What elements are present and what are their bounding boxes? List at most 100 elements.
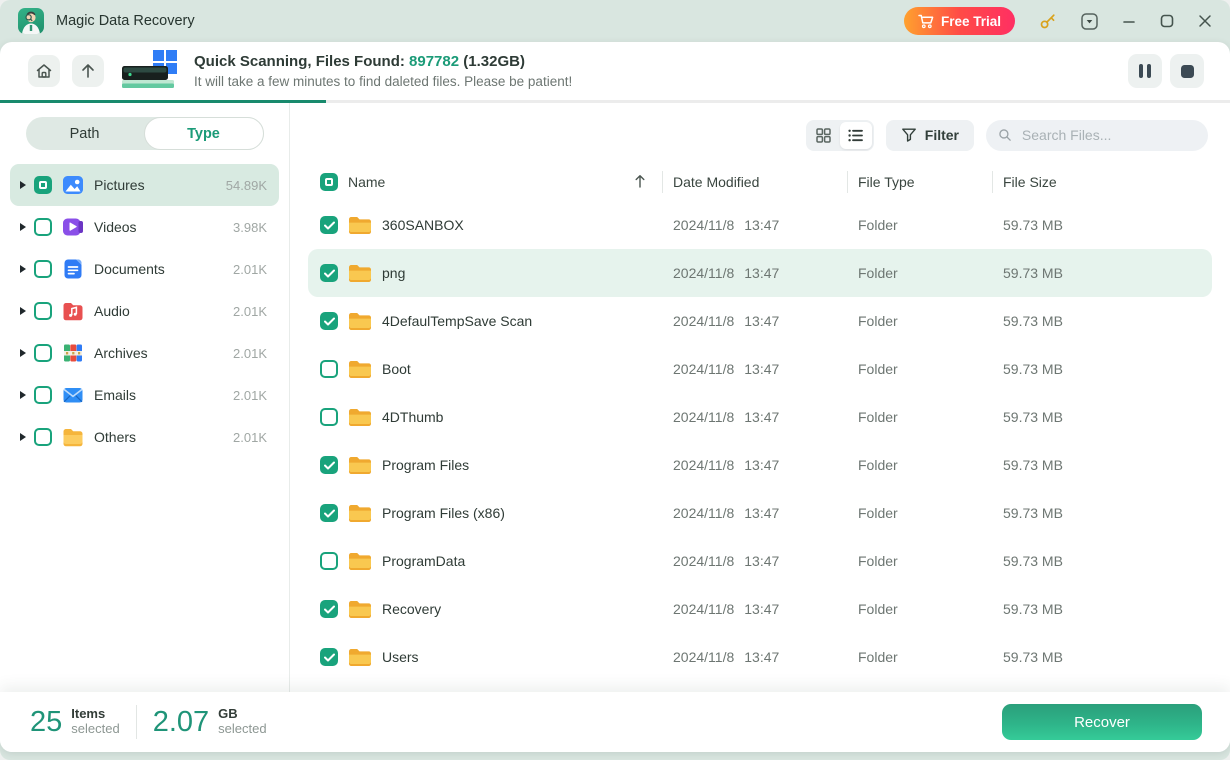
- pause-scan-button[interactable]: [1128, 54, 1162, 88]
- file-type-cell: Folder: [847, 553, 992, 569]
- sidebar-item-count: 54.89K: [226, 178, 267, 193]
- free-trial-button[interactable]: Free Trial: [904, 7, 1015, 35]
- file-type-cell: Folder: [847, 601, 992, 617]
- recover-button[interactable]: Recover: [1002, 704, 1202, 740]
- list-view-button[interactable]: [840, 122, 872, 149]
- sidebar-item-label: Emails: [94, 387, 136, 403]
- pictures-checkbox[interactable]: [34, 176, 52, 194]
- column-header-date-modified[interactable]: Date Modified: [662, 171, 847, 193]
- table-row[interactable]: png2024/11/813:47Folder59.73 MB: [308, 249, 1212, 297]
- file-size-cell: 59.73 MB: [992, 601, 1212, 617]
- date-modified-cell: 2024/11/813:47: [662, 505, 847, 521]
- table-row[interactable]: Recovery2024/11/813:47Folder59.73 MB: [308, 585, 1212, 633]
- update-dropdown-icon[interactable]: [1081, 13, 1098, 30]
- column-header-name[interactable]: Name: [348, 174, 385, 190]
- date-modified-cell: 2024/11/813:47: [662, 649, 847, 665]
- filter-label: Filter: [925, 127, 959, 143]
- videos-icon: [62, 216, 84, 238]
- expand-caret-icon[interactable]: [20, 307, 26, 315]
- row-checkbox[interactable]: [320, 264, 338, 282]
- grid-view-button[interactable]: [808, 122, 840, 149]
- filter-button[interactable]: Filter: [886, 120, 974, 151]
- row-checkbox[interactable]: [320, 216, 338, 234]
- table-row[interactable]: 4DThumb2024/11/813:47Folder59.73 MB: [308, 393, 1212, 441]
- row-checkbox[interactable]: [320, 456, 338, 474]
- file-size-cell: 59.73 MB: [992, 217, 1212, 233]
- row-checkbox[interactable]: [320, 600, 338, 618]
- folder-icon: [348, 599, 372, 619]
- table-row[interactable]: Boot2024/11/813:47Folder59.73 MB: [308, 345, 1212, 393]
- expand-caret-icon[interactable]: [20, 391, 26, 399]
- up-level-button[interactable]: [72, 55, 104, 87]
- date-modified-cell: 2024/11/813:47: [662, 313, 847, 329]
- scan-title: Quick Scanning, Files Found: 897782 (1.3…: [194, 53, 572, 70]
- tab-path[interactable]: Path: [26, 117, 144, 150]
- file-name: png: [382, 265, 405, 281]
- select-all-checkbox[interactable]: [320, 173, 338, 191]
- sidebar-item-videos[interactable]: Videos3.98K: [10, 206, 279, 248]
- table-row[interactable]: Program Files2024/11/813:47Folder59.73 M…: [308, 441, 1212, 489]
- maximize-button[interactable]: [1160, 14, 1174, 28]
- file-toolbar: Filter: [290, 119, 1230, 151]
- stop-scan-button[interactable]: [1170, 54, 1204, 88]
- sidebar-item-archives[interactable]: Archives2.01K: [10, 332, 279, 374]
- row-checkbox[interactable]: [320, 408, 338, 426]
- scanned-drive-icon: [122, 48, 180, 94]
- row-checkbox[interactable]: [320, 648, 338, 666]
- path-type-toggle: PathType: [26, 117, 264, 150]
- date-modified-cell: 2024/11/813:47: [662, 265, 847, 281]
- videos-checkbox[interactable]: [34, 218, 52, 236]
- expand-caret-icon[interactable]: [20, 181, 26, 189]
- sidebar-item-documents[interactable]: Documents2.01K: [10, 248, 279, 290]
- expand-caret-icon[interactable]: [20, 223, 26, 231]
- archives-checkbox[interactable]: [34, 344, 52, 362]
- search-input[interactable]: [1020, 126, 1196, 144]
- sidebar-item-emails[interactable]: Emails2.01K: [10, 374, 279, 416]
- sidebar-item-pictures[interactable]: Pictures 54.89K: [10, 164, 279, 206]
- sidebar-item-label: Pictures: [94, 177, 145, 193]
- table-row[interactable]: 360SANBOX2024/11/813:47Folder59.73 MB: [308, 201, 1212, 249]
- column-header-file-size[interactable]: File Size: [992, 171, 1212, 193]
- sidebar-item-others[interactable]: Others2.01K: [10, 416, 279, 458]
- license-key-icon[interactable]: [1039, 12, 1057, 30]
- row-checkbox[interactable]: [320, 552, 338, 570]
- file-type-cell: Folder: [847, 457, 992, 473]
- content-area: PathType Pictures 54.89K Videos3.98KDocume…: [0, 103, 1230, 692]
- expand-caret-icon[interactable]: [20, 433, 26, 441]
- file-size-cell: 59.73 MB: [992, 505, 1212, 521]
- table-header: Name Date Modified File Type File Size: [308, 163, 1212, 201]
- audio-checkbox[interactable]: [34, 302, 52, 320]
- tab-type[interactable]: Type: [144, 117, 264, 150]
- table-row[interactable]: 4DefaulTempSave Scan2024/11/813:47Folder…: [308, 297, 1212, 345]
- sidebar-item-label: Others: [94, 429, 136, 445]
- table-row[interactable]: Program Files (x86)2024/11/813:47Folder5…: [308, 489, 1212, 537]
- others-checkbox[interactable]: [34, 428, 52, 446]
- date-modified-cell: 2024/11/813:47: [662, 409, 847, 425]
- sort-ascending-icon[interactable]: [634, 174, 646, 191]
- row-checkbox[interactable]: [320, 312, 338, 330]
- expand-caret-icon[interactable]: [20, 265, 26, 273]
- close-button[interactable]: [1198, 14, 1212, 28]
- arrow-up-icon: [79, 62, 97, 80]
- documents-checkbox[interactable]: [34, 260, 52, 278]
- others-icon: [62, 426, 84, 448]
- home-button[interactable]: [28, 55, 60, 87]
- items-sub-label: selected: [71, 722, 119, 737]
- size-value: 2.07: [153, 706, 209, 739]
- table-row[interactable]: Users2024/11/813:47Folder59.73 MB: [308, 633, 1212, 681]
- scan-title-prefix: Quick Scanning, Files Found:: [194, 53, 409, 70]
- file-size-cell: 59.73 MB: [992, 361, 1212, 377]
- emails-checkbox[interactable]: [34, 386, 52, 404]
- minimize-button[interactable]: [1122, 14, 1136, 28]
- table-row-partial[interactable]: [308, 681, 1212, 692]
- size-unit-label: GB: [218, 707, 266, 722]
- title-bar: Magic Data Recovery Free Trial: [0, 0, 1230, 42]
- expand-caret-icon[interactable]: [20, 349, 26, 357]
- sidebar-item-audio[interactable]: Audio2.01K: [10, 290, 279, 332]
- column-header-file-type[interactable]: File Type: [847, 171, 992, 193]
- folder-icon: [348, 503, 372, 523]
- row-checkbox[interactable]: [320, 360, 338, 378]
- file-type-cell: Folder: [847, 409, 992, 425]
- row-checkbox[interactable]: [320, 504, 338, 522]
- table-row[interactable]: ProgramData2024/11/813:47Folder59.73 MB: [308, 537, 1212, 585]
